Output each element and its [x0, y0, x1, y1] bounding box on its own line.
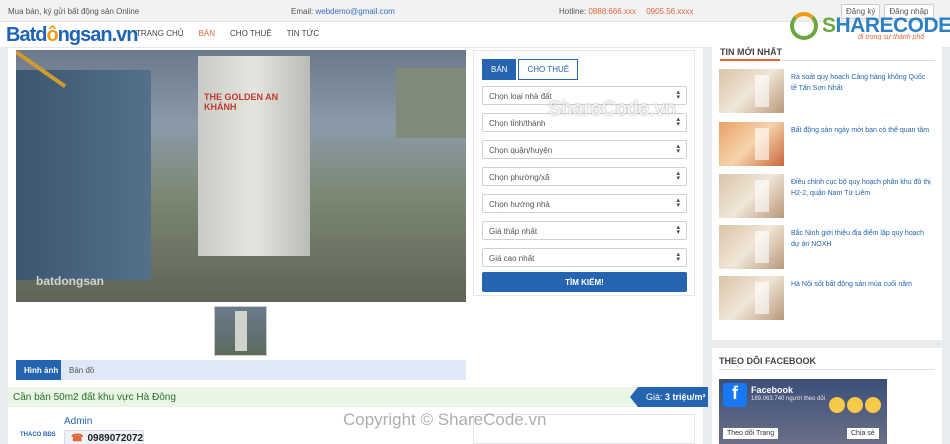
search-tab-rent[interactable]: CHO THUÊ: [518, 59, 579, 80]
news-link[interactable]: Bắc Ninh giới thiệu địa điểm lập quy hoạ…: [791, 228, 931, 250]
search-tab-sell[interactable]: BÁN: [482, 59, 517, 80]
sharecode-ring-icon: [790, 12, 818, 40]
search-tabs: BÁN CHO THUÊ: [482, 59, 579, 80]
search-panel: BÁN CHO THUÊ Chọn loại nhà đất ▴ ▾ Chọn tỉ…: [473, 50, 695, 296]
agent-phone-box[interactable]: ☎ 0989072072: [64, 430, 144, 444]
news-thumbnail[interactable]: [719, 122, 784, 166]
news-item[interactable]: Bắc Ninh giới thiệu địa điểm lập quy hoạ…: [719, 225, 937, 271]
facebook-page-widget[interactable]: f Facebook 189.063.740 người theo dõi Th…: [719, 379, 887, 444]
media-tabs: Hình ảnh Bản đồ: [16, 360, 466, 380]
news-item[interactable]: Rà soát quy hoạch Cảng hàng không Quốc t…: [719, 69, 937, 115]
select-arrows-icon: ▴ ▾: [676, 143, 680, 155]
facebook-title-divider: [719, 369, 934, 370]
news-title-divider: [720, 59, 935, 61]
wow-emoji-icon: [847, 397, 863, 413]
select-arrows-icon: ▴ ▾: [676, 170, 680, 182]
news-section-title: TIN MỚI NHẤT: [720, 47, 783, 57]
agent-phone-number: 0989072072: [87, 433, 144, 444]
phone-icon: ☎: [71, 433, 84, 444]
nav-news[interactable]: TIN TỨC: [287, 29, 319, 38]
hotline-label: Hotline:: [559, 7, 587, 16]
sharecode-s: S: [822, 14, 836, 37]
logo-dot: ô: [46, 24, 58, 46]
select-max-price-value: Giá cao nhất: [489, 254, 535, 263]
agent-logo: THACO BĐS: [20, 432, 56, 438]
select-arrows-icon: ▴ ▾: [676, 89, 680, 101]
news-thumbnail[interactable]: [719, 174, 784, 218]
watermark-center: ShareCode.vn: [548, 98, 676, 120]
contact-email: Email: webdemo@gmail.com: [291, 7, 395, 16]
select-arrows-icon: ▴ ▾: [676, 224, 680, 236]
news-link[interactable]: Bất động sản ngày mới bạn có thể quan tâ…: [791, 125, 931, 136]
main-nav: TRANG CHỦ BÁN CHO THUÊ TIN TỨC: [136, 29, 334, 38]
logo-part-1: Batd: [6, 24, 47, 46]
email-label: Email:: [291, 7, 314, 16]
photo-building-right: [396, 68, 466, 138]
photo-thumbnail[interactable]: [214, 306, 267, 356]
watermark-bottom: Copyright © ShareCode.vn: [343, 410, 547, 429]
price-value: 3 triệu/m²: [665, 392, 706, 402]
select-arrows-icon: ▴ ▾: [676, 116, 680, 128]
select-property-type-value: Chọn loại nhà đất: [489, 92, 552, 101]
hotline-number-2[interactable]: 0905.56.xxxx: [646, 7, 693, 16]
photo-building-sign: THE GOLDEN AN KHÁNH: [204, 92, 279, 112]
nav-home[interactable]: TRANG CHỦ: [136, 29, 184, 38]
facebook-share-button[interactable]: Chia sẻ: [847, 428, 879, 439]
price-label: Giá:: [646, 392, 663, 402]
sharecode-logo: SHARECODE.vn đi trong sự thành phố: [790, 12, 950, 42]
nav-sell[interactable]: BÁN: [199, 29, 215, 38]
news-item[interactable]: Điều chỉnh cục bộ quy hoạch phân khu đô …: [719, 174, 937, 220]
news-link[interactable]: Điều chỉnh cục bộ quy hoạch phân khu đô …: [791, 177, 931, 199]
listing-title-bar: Cần bán 50m2 đất khu vực Hà Đông Giá: 3 …: [8, 387, 708, 407]
select-direction[interactable]: Chọn hướng nhà ▴ ▾: [482, 194, 687, 213]
facebook-page-name[interactable]: Facebook: [751, 385, 793, 395]
select-district[interactable]: Chọn quận/huyện ▴ ▾: [482, 140, 687, 159]
select-arrows-icon: ▴ ▾: [676, 197, 680, 209]
site-logo[interactable]: Batdôngsan.vn: [6, 24, 139, 47]
tab-map[interactable]: Bản đồ: [69, 366, 94, 375]
select-max-price[interactable]: Giá cao nhất ▴ ▾: [482, 248, 687, 267]
news-thumbnail[interactable]: [719, 276, 784, 320]
contact-hotline: Hotline: 0888.666.xxx 0905.56.xxxx: [559, 7, 693, 16]
agent-name: Admin: [64, 416, 93, 427]
search-button[interactable]: TÌM KIẾM!: [482, 272, 687, 292]
listing-photo[interactable]: THE GOLDEN AN KHÁNH batdongsan: [16, 50, 466, 302]
select-district-value: Chọn quận/huyện: [489, 146, 553, 155]
news-link[interactable]: Rà soát quy hoạch Cảng hàng không Quốc t…: [791, 72, 931, 94]
facebook-section-title: THEO DÕI FACEBOOK: [719, 356, 817, 366]
select-ward-value: Chọn phường/xã: [489, 173, 550, 182]
nav-rent[interactable]: CHO THUÊ: [230, 29, 272, 38]
listing-title: Cần bán 50m2 đất khu vực Hà Đông: [13, 392, 176, 403]
facebook-follow-button[interactable]: Theo dõi Trang: [723, 428, 779, 439]
haha-emoji-icon: [865, 397, 881, 413]
photo-watermark: batdongsan: [36, 274, 104, 288]
select-min-price-value: Giá thấp nhất: [489, 227, 538, 236]
hotline-number-1[interactable]: 0888.666.xxx: [588, 7, 636, 16]
news-item[interactable]: Bất động sản ngày mới bạn có thể quan tâ…: [719, 122, 937, 168]
logo-part-2: ngsan.vn: [57, 24, 139, 46]
like-emoji-icon: [829, 397, 845, 413]
price-badge: Giá: 3 triệu/m²: [630, 387, 708, 407]
site-tagline: Mua bán, ký gửi bất động sản Online: [8, 7, 140, 16]
news-link[interactable]: Hà Nội sốt bất động sản mùa cuối năm: [791, 279, 931, 290]
photo-building-main: THE GOLDEN AN KHÁNH: [198, 56, 310, 256]
news-item[interactable]: Hà Nội sốt bất động sản mùa cuối năm: [719, 276, 937, 322]
select-direction-value: Chọn hướng nhà: [489, 200, 550, 209]
email-value[interactable]: webdemo@gmail.com: [315, 7, 394, 16]
select-arrows-icon: ▴ ▾: [676, 251, 680, 263]
news-thumbnail[interactable]: [719, 69, 784, 113]
tab-images[interactable]: Hình ảnh: [16, 360, 61, 380]
select-min-price[interactable]: Giá thấp nhất ▴ ▾: [482, 221, 687, 240]
select-province-value: Chọn tỉnh/thành: [489, 119, 546, 128]
select-ward[interactable]: Chọn phường/xã ▴ ▾: [482, 167, 687, 186]
facebook-logo-icon: f: [723, 383, 747, 407]
facebook-follower-count: 189.063.740 người theo dõi: [751, 396, 826, 402]
photo-building-left: [16, 70, 151, 280]
news-thumbnail[interactable]: [719, 225, 784, 269]
